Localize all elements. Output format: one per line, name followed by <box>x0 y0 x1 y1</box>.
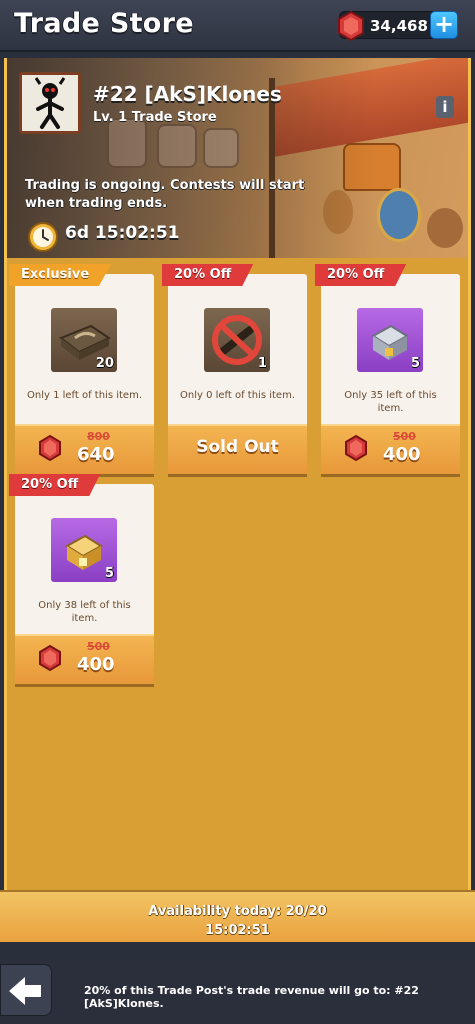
discount-tag: 20% Off <box>162 264 254 286</box>
stock-text: Only 1 left of this item. <box>26 390 142 401</box>
item-quantity: 1 <box>257 356 267 371</box>
sale-price: 640 <box>77 444 115 465</box>
store-level: Lv. 1 Trade Store <box>93 110 217 125</box>
original-price: 500 <box>393 430 416 443</box>
gem-balance: 34,468 <box>370 17 428 35</box>
trade-store-panel: #22 [AkS]Klones Lv. 1 Trade Store i Trad… <box>4 58 471 938</box>
stock-text: Only 0 left of this item. <box>179 390 295 401</box>
item-card[interactable]: Exclusive 20 Only 1 left of this item. 8… <box>9 264 154 474</box>
gem-icon <box>39 434 61 462</box>
gem-icon <box>338 10 364 42</box>
availability-bar: Availability today: 20/20 15:02:51 <box>0 890 475 942</box>
sale-price: 400 <box>77 654 115 675</box>
back-button[interactable] <box>0 964 52 1016</box>
back-arrow-icon <box>9 977 41 1005</box>
item-image: 20 <box>51 308 117 372</box>
info-button[interactable]: i <box>436 96 454 118</box>
top-bar: Trade Store 34,468 + <box>0 0 475 52</box>
gem-icon <box>345 434 367 462</box>
gem-icon <box>39 644 61 672</box>
original-price: 500 <box>87 640 110 653</box>
store-owner-avatar[interactable] <box>19 72 81 134</box>
reset-timer: 15:02:51 <box>205 923 270 938</box>
original-price: 800 <box>87 430 110 443</box>
stock-text: Only 35 left of this item. <box>344 390 437 414</box>
availability-text: Availability today: 20/20 <box>148 904 327 919</box>
trading-status-message: Trading is ongoing. Contests will start … <box>25 178 305 211</box>
discount-tag: 20% Off <box>9 474 101 496</box>
item-card[interactable]: 20% Off 5 Only 35 left of this item. 500… <box>315 264 460 474</box>
revenue-share-note: 20% of this Trade Post's trade revenue w… <box>84 984 419 1010</box>
store-name: #22 [AkS]Klones <box>93 82 282 106</box>
store-banner: #22 [AkS]Klones Lv. 1 Trade Store i Trad… <box>7 58 468 258</box>
exclusive-tag: Exclusive <box>9 264 112 286</box>
item-quantity: 5 <box>104 566 114 581</box>
add-gems-button[interactable]: + <box>430 11 458 39</box>
gem-balance-display: 34,468 + <box>338 10 458 42</box>
item-quantity: 20 <box>95 356 114 371</box>
item-image: 5 <box>357 308 423 372</box>
item-card[interactable]: 20% Off 1 Only 0 left of this item. Sold… <box>162 264 307 474</box>
trading-countdown: 6d 15:02:51 <box>65 223 180 243</box>
sale-price: 400 <box>383 444 421 465</box>
item-image: 1 <box>204 308 270 372</box>
discount-tag: 20% Off <box>315 264 407 286</box>
stickman-emblem-icon <box>22 75 78 131</box>
clock-icon <box>28 222 58 252</box>
bottom-bar: 20% of this Trade Post's trade revenue w… <box>0 960 475 1024</box>
item-image: 5 <box>51 518 117 582</box>
page-title: Trade Store <box>14 8 194 39</box>
stock-text: Only 38 left of this item. <box>38 600 131 624</box>
item-quantity: 5 <box>410 356 420 371</box>
item-card[interactable]: 20% Off 5 Only 38 left of this item. 500… <box>9 474 154 684</box>
sold-out-label: Sold Out <box>196 437 279 457</box>
